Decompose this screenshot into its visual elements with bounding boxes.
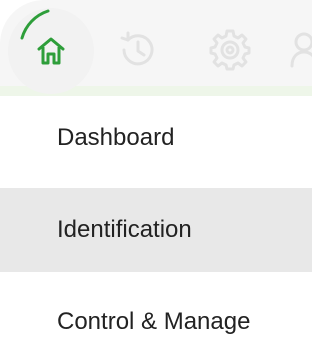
active-ring <box>20 9 50 40</box>
menu-item-label: Dashboard <box>57 124 175 151</box>
history-button[interactable] <box>112 24 164 76</box>
menu-item-identification[interactable]: Identification <box>0 188 312 272</box>
history-icon <box>120 31 154 66</box>
settings-button[interactable] <box>204 24 256 76</box>
user-icon <box>290 32 312 68</box>
user-button[interactable] <box>286 24 312 76</box>
navigation-panel: Dashboard Identification Control & Manag… <box>0 0 312 361</box>
icon-toolbar <box>0 0 312 100</box>
gear-icon <box>209 29 251 71</box>
menu-item-label: Identification <box>57 216 192 243</box>
menu-item-dashboard[interactable]: Dashboard <box>0 96 312 180</box>
menu-item-control-manage[interactable]: Control & Manage <box>0 280 312 361</box>
menu-item-label: Control & Manage <box>57 308 251 335</box>
